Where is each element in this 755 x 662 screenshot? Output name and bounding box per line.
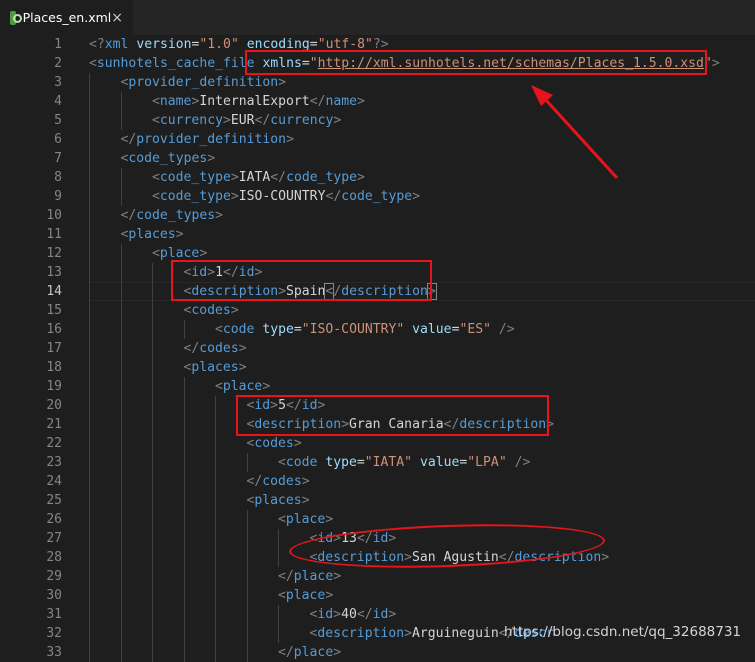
arrow-annotation xyxy=(531,85,619,180)
watermark: https://blog.csdn.net/qq_32688731 xyxy=(504,624,742,640)
